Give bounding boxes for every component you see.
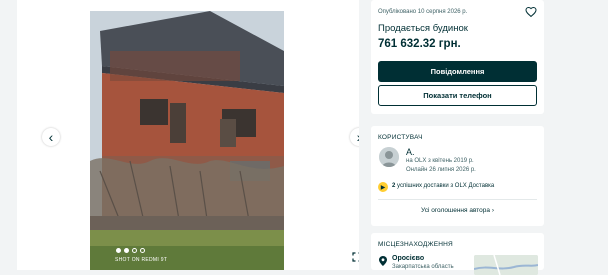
delivery-text: успішних доставки з OLX Доставка: [397, 183, 495, 189]
fullscreen-icon: [352, 252, 359, 262]
location-city: Оросієво: [392, 255, 425, 262]
user-last-online: Онлайн 26 липня 2026 р.: [406, 167, 476, 173]
pagination-dot[interactable]: [140, 248, 145, 253]
listing-price: 761 632.32 грн.: [378, 38, 461, 50]
pagination-dot[interactable]: [124, 248, 129, 253]
chevron-right-icon: ›: [357, 130, 359, 144]
listing-title: Продається будинок: [378, 23, 468, 34]
listing-card: Опубліковано 10 серпня 2026 р. Продаєтьс…: [371, 0, 544, 114]
delivery-truck-icon: ▶: [378, 182, 388, 192]
delivery-count: 2: [392, 183, 396, 189]
next-photo-button[interactable]: ›: [350, 128, 359, 146]
user-since: на OLX з квітень 2019 р.: [406, 158, 474, 164]
heart-icon[interactable]: [525, 6, 537, 18]
chevron-right-icon: ›: [491, 207, 494, 214]
location-section-title: МІСЦЕЗНАХОДЖЕННЯ: [378, 241, 453, 248]
location-region: Закарпатська область: [392, 264, 454, 270]
chevron-left-icon: ‹: [48, 129, 54, 145]
prev-photo-button[interactable]: ‹: [42, 128, 60, 146]
photo-gallery[interactable]: ‹ › SHOT ON REDMI 9T: [17, 0, 359, 270]
message-button[interactable]: Повідомлення: [378, 61, 537, 82]
divider: [378, 199, 537, 200]
all-ads-label: Усі оголошення автора: [421, 207, 490, 214]
avatar[interactable]: [379, 147, 399, 167]
user-card: КОРИСТУВАЧ А. на OLX з квітень 2019 р. О…: [371, 126, 544, 226]
photo-watermark: SHOT ON REDMI 9T: [115, 257, 168, 263]
pagination-dot[interactable]: [132, 248, 137, 253]
user-avatar-icon: [379, 147, 399, 167]
photo-pagination: [116, 248, 145, 253]
delivery-stats: 2 успішних доставки з OLX Доставка: [392, 183, 494, 189]
all-ads-link[interactable]: Усі оголошення автора ›: [371, 207, 544, 214]
show-phone-button[interactable]: Показати телефон: [378, 85, 537, 106]
pagination-dot[interactable]: [116, 248, 121, 253]
location-card: МІСЦЕЗНАХОДЖЕННЯ Оросієво Закарпатська о…: [371, 233, 544, 275]
posted-date: Опубліковано 10 серпня 2026 р.: [378, 9, 468, 15]
listing-photo[interactable]: [90, 11, 284, 270]
fullscreen-button[interactable]: [350, 250, 359, 264]
location-map[interactable]: [474, 255, 538, 275]
location-pin-icon: [379, 256, 387, 266]
user-section-title: КОРИСТУВАЧ: [378, 134, 423, 141]
user-name[interactable]: А.: [406, 147, 415, 157]
